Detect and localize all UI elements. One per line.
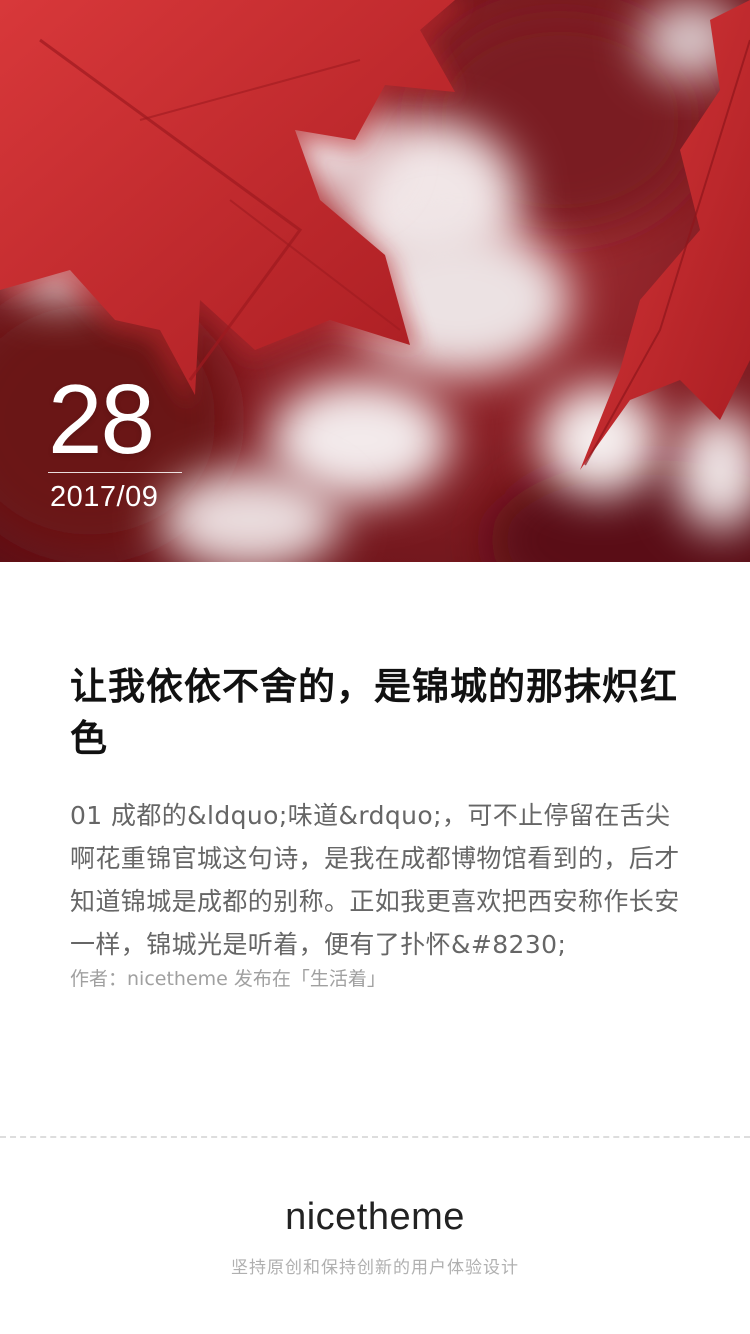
- article-meta: 作者：nicetheme 发布在「生活着」: [70, 966, 690, 992]
- date-day: 28: [48, 364, 155, 474]
- meta-published-in: 发布在: [227, 968, 291, 990]
- date-badge: 28 2017/09: [48, 370, 184, 515]
- date-year-month: 2017/09: [50, 481, 159, 513]
- article-excerpt: 01 成都的&ldquo;味道&rdquo;，可不止停留在舌尖啊花重锦官城这句诗…: [70, 801, 680, 959]
- footer-divider: [0, 1136, 750, 1138]
- category-link[interactable]: 「生活着」: [291, 968, 386, 990]
- brand-logo[interactable]: nicetheme: [0, 1193, 750, 1241]
- article-title[interactable]: 让我依依不舍的，是锦城的那抹炽红色: [70, 660, 690, 764]
- brand-slogan: 坚持原创和保持创新的用户体验设计: [231, 1258, 519, 1278]
- author-link[interactable]: nicetheme: [127, 968, 228, 990]
- hero-image: 28 2017/09: [0, 0, 750, 562]
- meta-author-prefix: 作者：: [70, 968, 128, 990]
- article-card[interactable]: 让我依依不舍的，是锦城的那抹炽红色 01 成都的&ldquo;味道&rdquo;…: [70, 660, 690, 992]
